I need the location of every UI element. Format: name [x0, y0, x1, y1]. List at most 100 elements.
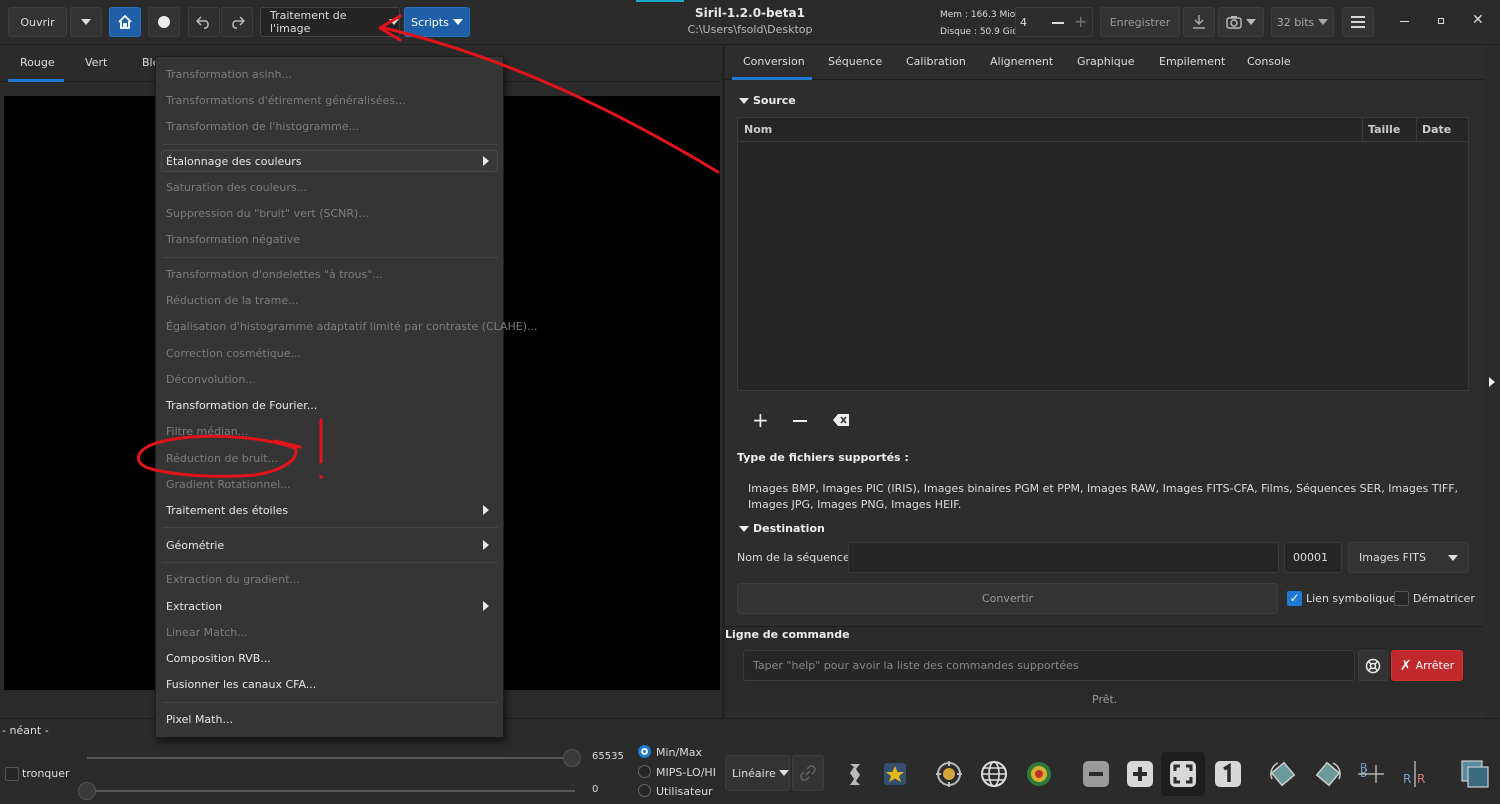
symlink-label[interactable]: Lien symbolique: [1306, 592, 1396, 605]
menu-item-star-processing[interactable]: Traitement des étoiles: [166, 504, 288, 517]
menu-item-rgb-composition[interactable]: Composition RVB...: [166, 652, 271, 665]
menu-item-extraction[interactable]: Extraction: [166, 600, 222, 613]
zoom-in-icon[interactable]: [1125, 759, 1155, 789]
mirror-y-icon[interactable]: RR: [1400, 759, 1430, 789]
image-processing-menu-button[interactable]: Traitement de l'image: [260, 7, 400, 37]
snapshot-button[interactable]: [1218, 7, 1264, 37]
menu-item-linear-match[interactable]: Linear Match...: [166, 626, 248, 639]
output-format-select[interactable]: Images FITS: [1348, 542, 1469, 573]
tab-sequence[interactable]: Séquence: [828, 55, 882, 68]
menu-item-wavelets[interactable]: Transformation d'ondelettes "à trous"...: [166, 268, 383, 281]
symlink-checkbox[interactable]: ✓: [1287, 591, 1302, 606]
truncate-label[interactable]: tronquer: [22, 767, 70, 780]
bitdepth-button[interactable]: 32 bits: [1271, 7, 1334, 37]
photometry-icon[interactable]: [934, 759, 964, 789]
stop-button[interactable]: ✗ Arrêter: [1391, 650, 1463, 681]
zoom-fit-button[interactable]: [1161, 752, 1205, 796]
minus-icon[interactable]: [1052, 22, 1064, 24]
home-button[interactable]: [109, 7, 141, 37]
menu-item-banding[interactable]: Réduction de la trame...: [166, 294, 299, 307]
tab-console[interactable]: Console: [1247, 55, 1291, 68]
menu-item-noise-reduction[interactable]: Réduction de bruit...: [166, 452, 278, 465]
zoom-100-icon[interactable]: [1213, 759, 1243, 789]
tab-green[interactable]: Vert: [85, 56, 107, 69]
undo-button[interactable]: [188, 7, 220, 37]
expand-side-panel-icon[interactable]: [1489, 377, 1495, 387]
menu-item-scnr[interactable]: Suppression du "bruit" vert (SCNR)...: [166, 207, 369, 220]
menu-item-deconvolution[interactable]: Déconvolution...: [166, 373, 256, 386]
radio-mips[interactable]: [638, 765, 651, 778]
link-channels-button[interactable]: [792, 755, 824, 791]
star-finder-icon[interactable]: [880, 759, 910, 789]
rotate-left-icon[interactable]: [1268, 759, 1298, 789]
recent-dropdown-button[interactable]: [70, 7, 102, 37]
remove-files-button[interactable]: [793, 420, 807, 422]
main-menu-button[interactable]: [1342, 7, 1374, 37]
globe-icon[interactable]: [979, 759, 1009, 789]
tab-conversion[interactable]: Conversion: [743, 55, 805, 68]
menu-item-rotational-gradient[interactable]: Gradient Rotationnel...: [166, 478, 291, 491]
convert-button[interactable]: Convertir: [737, 583, 1278, 614]
tab-stacking[interactable]: Empilement: [1159, 55, 1225, 68]
menu-item-background-extraction[interactable]: Extraction du gradient...: [166, 573, 300, 586]
cut-icon[interactable]: [840, 759, 870, 789]
column-size[interactable]: Taille: [1368, 123, 1400, 136]
source-expander[interactable]: Source: [739, 94, 796, 107]
menu-item-merge-cfa[interactable]: Fusionner les canaux CFA...: [166, 678, 316, 691]
debayer-label[interactable]: Dématricer: [1413, 592, 1475, 605]
radio-user[interactable]: [638, 784, 651, 797]
radio-minmax[interactable]: [638, 745, 651, 758]
high-slider-handle[interactable]: [563, 749, 581, 767]
menu-item-histogram[interactable]: Transformation de l'histogramme...: [166, 120, 359, 133]
plus-icon[interactable]: +: [1074, 14, 1087, 30]
command-input[interactable]: Taper "help" pour avoir la liste des com…: [743, 650, 1355, 681]
save-button[interactable]: Enregistrer: [1100, 7, 1180, 37]
close-button[interactable]: ✕: [1472, 12, 1484, 28]
sequence-index-input[interactable]: 00001: [1284, 542, 1342, 573]
menu-item-cosmetic[interactable]: Correction cosmétique...: [166, 347, 301, 360]
menu-item-ght[interactable]: Transformations d'étirement généralisées…: [166, 94, 406, 107]
clear-list-icon[interactable]: [833, 414, 849, 426]
scale-select[interactable]: Linéaire: [725, 755, 790, 791]
tab-red[interactable]: Rouge: [20, 56, 55, 69]
image-gallery-icon[interactable]: [1460, 759, 1490, 789]
tab-registration[interactable]: Alignement: [990, 55, 1053, 68]
tab-plot[interactable]: Graphique: [1077, 55, 1135, 68]
command-help-button[interactable]: [1358, 650, 1388, 681]
menu-item-saturation[interactable]: Saturation des couleurs...: [166, 181, 307, 194]
truncate-checkbox[interactable]: [5, 767, 19, 781]
save-as-button[interactable]: [1183, 7, 1215, 37]
radio-mips-label[interactable]: MIPS-LO/HI: [656, 766, 716, 779]
rotate-right-icon[interactable]: [1313, 759, 1343, 789]
menu-item-negative[interactable]: Transformation négative: [166, 233, 300, 246]
threads-spinner[interactable]: 4 +: [1015, 7, 1093, 37]
livestack-button[interactable]: [148, 7, 180, 37]
minimize-button[interactable]: [1400, 21, 1409, 22]
menu-item-geometry[interactable]: Géométrie: [166, 539, 224, 552]
redo-button[interactable]: [221, 7, 253, 37]
open-button[interactable]: Ouvrir: [8, 7, 67, 37]
sequence-name-input[interactable]: [848, 542, 1279, 573]
zoom-out-icon[interactable]: [1081, 759, 1111, 789]
source-file-list[interactable]: [737, 117, 1469, 391]
tab-calibration[interactable]: Calibration: [906, 55, 966, 68]
high-slider-track[interactable]: [87, 757, 575, 759]
radio-minmax-label[interactable]: Min/Max: [656, 746, 702, 759]
destination-expander[interactable]: Destination: [739, 522, 825, 535]
scripts-button[interactable]: Scripts: [404, 7, 470, 37]
maximize-button[interactable]: [1438, 18, 1444, 24]
low-slider-handle[interactable]: [78, 782, 96, 800]
menu-item-clahe[interactable]: Égalisation d'histogramme adaptatif limi…: [166, 320, 538, 333]
menu-item-median[interactable]: Filtre médian...: [166, 425, 248, 438]
radio-user-label[interactable]: Utilisateur: [656, 785, 713, 798]
column-date[interactable]: Date: [1422, 123, 1451, 136]
debayer-checkbox[interactable]: [1394, 591, 1409, 606]
menu-item-asinh[interactable]: Transformation asinh...: [166, 68, 292, 81]
target-icon[interactable]: [1024, 759, 1054, 789]
low-slider-track[interactable]: [87, 790, 575, 792]
column-name[interactable]: Nom: [744, 123, 772, 136]
add-files-button[interactable]: +: [752, 410, 769, 430]
menu-item-color-calibration[interactable]: Étalonnage des couleurs: [166, 155, 302, 168]
menu-item-pixel-math[interactable]: Pixel Math...: [166, 713, 233, 726]
menu-item-fourier[interactable]: Transformation de Fourier...: [166, 399, 317, 412]
